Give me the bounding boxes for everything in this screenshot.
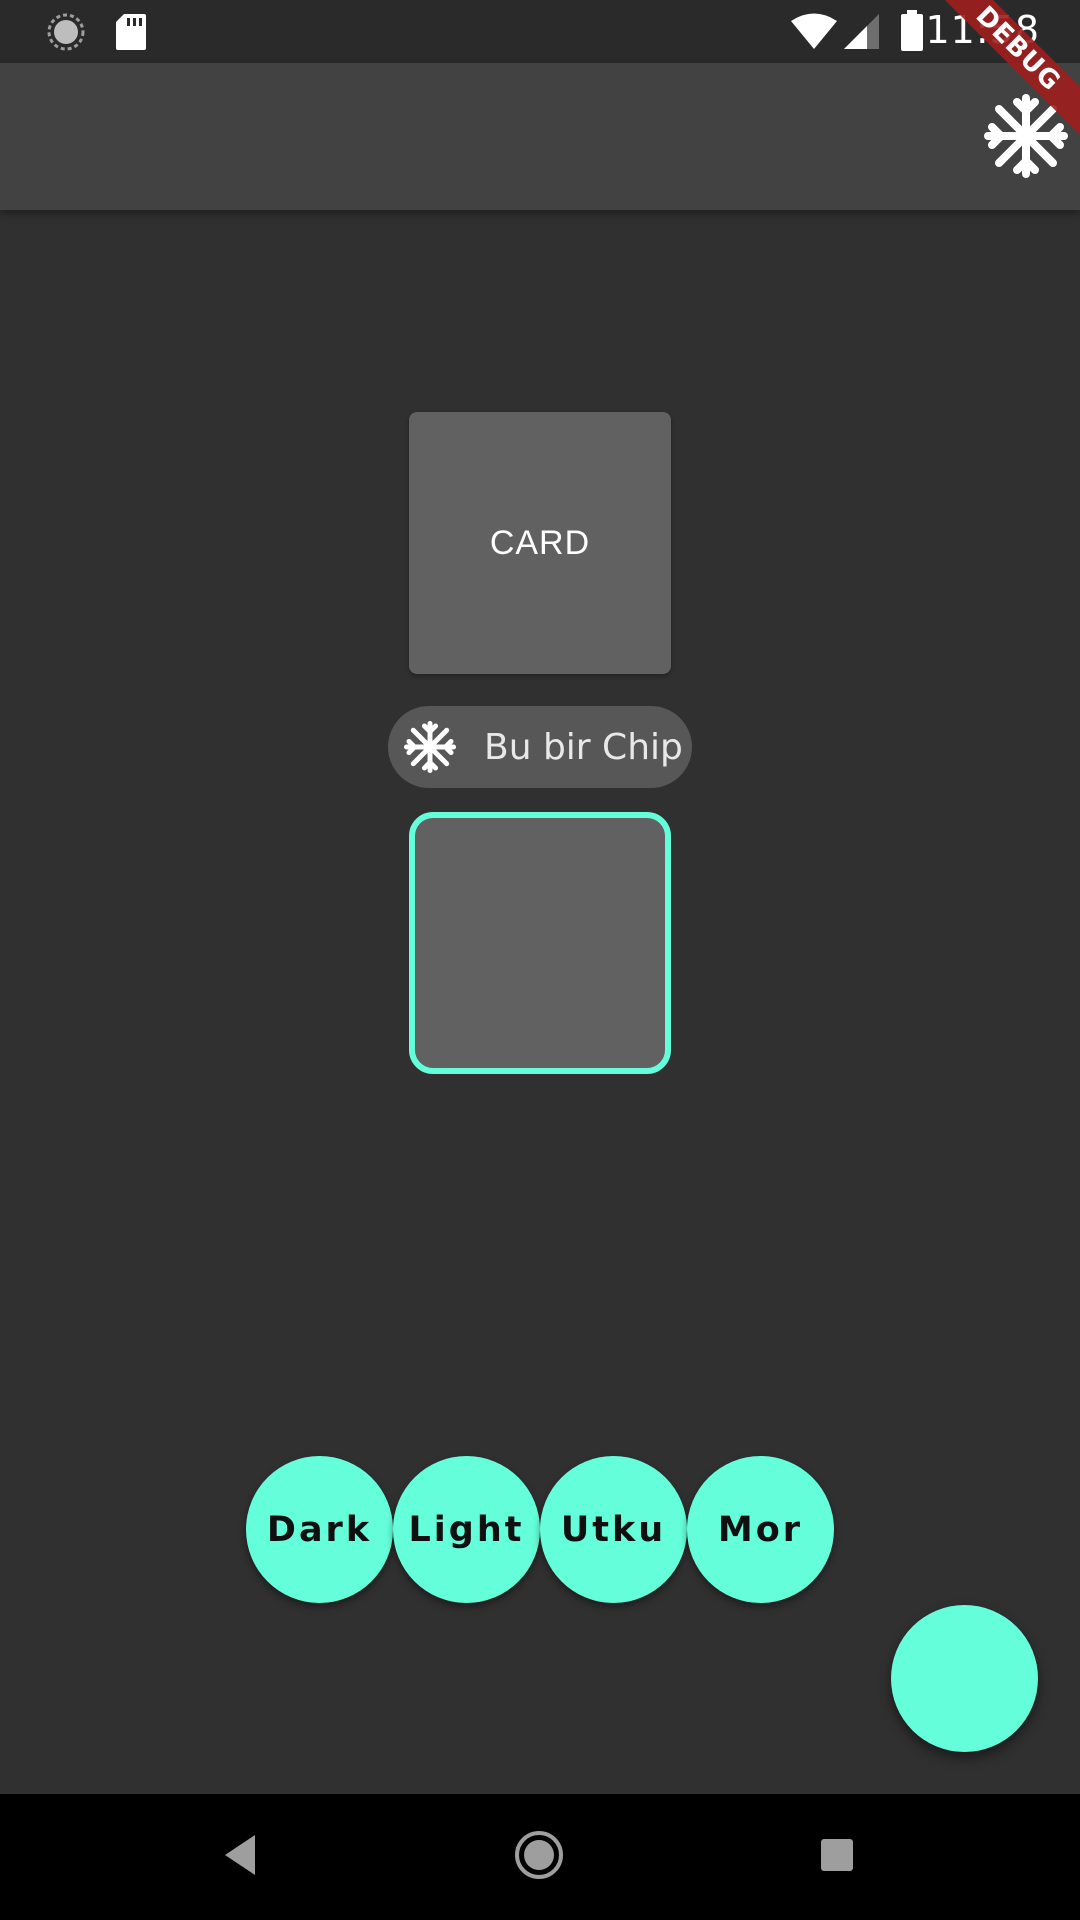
signal-icon (843, 12, 881, 55)
back-button[interactable] (206, 1822, 276, 1892)
system-nav-bar (0, 1794, 1080, 1920)
status-bar: 11:58 (0, 0, 1080, 63)
theme-button-mor[interactable]: Mor (687, 1456, 834, 1603)
theme-button-utku[interactable]: Utku (540, 1456, 687, 1603)
outlined-card[interactable] (409, 812, 671, 1074)
recents-button[interactable] (802, 1822, 872, 1892)
wifi-icon (790, 12, 838, 55)
snowflake-icon (404, 721, 456, 773)
sd-card-icon (114, 12, 148, 57)
floating-action-button[interactable] (891, 1605, 1038, 1752)
battery-icon (900, 10, 924, 57)
card: CARD (409, 412, 671, 674)
recents-icon (819, 1837, 855, 1878)
theme-button-dark[interactable]: Dark (246, 1456, 393, 1603)
back-icon (221, 1833, 261, 1882)
theme-button-row: Dark Light Utku Mor (246, 1456, 834, 1603)
card-label: CARD (489, 523, 591, 562)
home-icon (513, 1829, 565, 1886)
chip[interactable]: Bu bir Chip (388, 706, 692, 788)
sync-icon (46, 12, 86, 57)
home-button[interactable] (504, 1822, 574, 1892)
chip-label: Bu bir Chip (484, 726, 683, 768)
theme-button-light[interactable]: Light (393, 1456, 540, 1603)
app-bar (0, 63, 1080, 210)
